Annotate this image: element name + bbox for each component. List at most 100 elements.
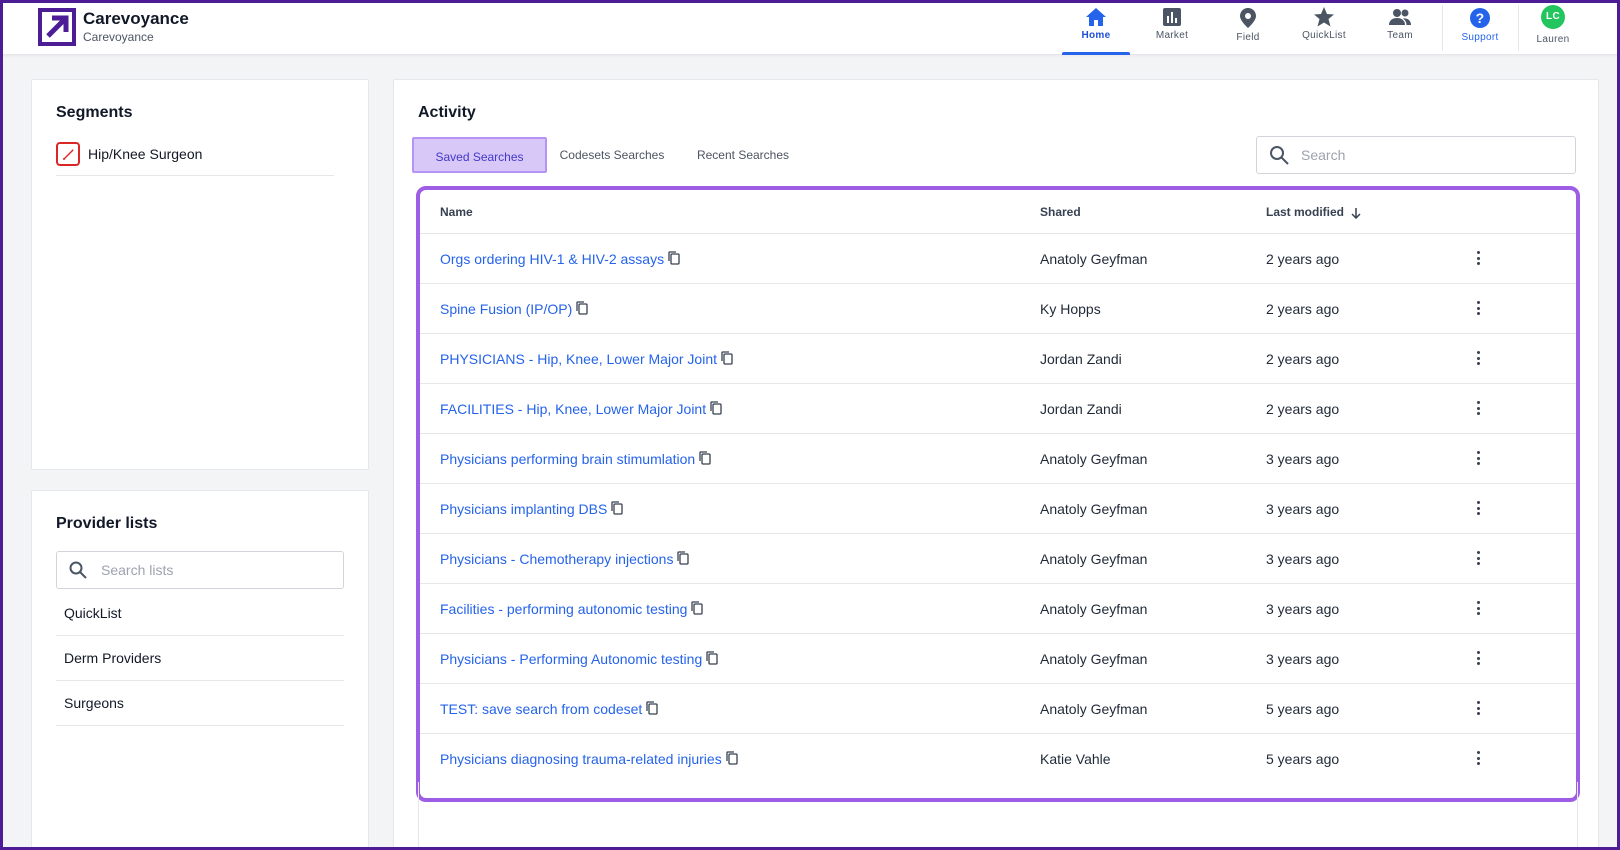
nav-field[interactable]: Field xyxy=(1214,0,1282,55)
saved-search-link[interactable]: Physicians - Chemotherapy injections xyxy=(440,551,673,567)
table-row[interactable]: Spine Fusion (IP/OP) Ky Hopps 2 years ago xyxy=(420,284,1576,334)
provider-lists-title: Provider lists xyxy=(56,515,158,532)
nav-team[interactable]: Team xyxy=(1366,0,1434,55)
nav-user-label: Lauren xyxy=(1536,34,1570,45)
more-options-icon[interactable] xyxy=(1472,501,1484,517)
more-options-icon[interactable] xyxy=(1472,701,1484,717)
nav-quicklist[interactable]: QuickList xyxy=(1290,0,1358,55)
copy-icon[interactable] xyxy=(646,685,658,735)
saved-search-name-cell: PHYSICIANS - Hip, Knee, Lower Major Join… xyxy=(440,334,733,385)
column-header-last-modified[interactable]: Last modified xyxy=(1266,190,1361,234)
more-options-icon[interactable] xyxy=(1472,351,1484,367)
svg-text:?: ? xyxy=(1476,10,1485,26)
more-options-icon[interactable] xyxy=(1472,551,1484,567)
carevoyance-logo-icon[interactable] xyxy=(38,8,76,46)
copy-icon[interactable] xyxy=(668,235,680,285)
nav-support-label: Support xyxy=(1461,32,1499,43)
saved-search-name-cell: Physicians diagnosing trauma-related inj… xyxy=(440,734,738,785)
last-modified-cell: 3 years ago xyxy=(1266,451,1340,467)
saved-search-link[interactable]: Physicians - Performing Autonomic testin… xyxy=(440,651,702,667)
more-options-icon[interactable] xyxy=(1472,601,1484,617)
table-row[interactable]: Facilities - performing autonomic testin… xyxy=(420,584,1576,634)
brand-title: Carevoyance xyxy=(83,9,189,28)
copy-icon[interactable] xyxy=(691,585,704,635)
saved-search-link[interactable]: Orgs ordering HIV-1 & HIV-2 assays xyxy=(440,251,664,267)
saved-search-name-cell: Spine Fusion (IP/OP) xyxy=(440,284,588,335)
nav-home[interactable]: Home xyxy=(1062,0,1130,55)
last-modified-cell: 3 years ago xyxy=(1266,551,1340,567)
shared-by-cell: Anatoly Geyfman xyxy=(1040,601,1148,617)
last-modified-cell: 2 years ago xyxy=(1266,351,1340,367)
shared-by-cell: Anatoly Geyfman xyxy=(1040,451,1148,467)
saved-search-link[interactable]: PHYSICIANS - Hip, Knee, Lower Major Join… xyxy=(440,351,717,367)
copy-icon[interactable] xyxy=(677,535,690,585)
nav-divider xyxy=(1518,5,1519,51)
copy-icon[interactable] xyxy=(611,485,623,535)
nav-field-label: Field xyxy=(1236,32,1260,43)
avatar: LC xyxy=(1541,5,1565,29)
saved-search-link[interactable]: TEST: save search from codeset xyxy=(440,701,642,717)
nav-market-label: Market xyxy=(1155,30,1189,41)
more-options-icon[interactable] xyxy=(1472,651,1484,667)
more-options-icon[interactable] xyxy=(1472,401,1484,417)
table-row[interactable]: PHYSICIANS - Hip, Knee, Lower Major Join… xyxy=(420,334,1576,384)
sort-down-arrow-icon xyxy=(1351,207,1361,219)
nav-quicklist-label: QuickList xyxy=(1302,30,1346,41)
table-row[interactable]: Physicians implanting DBS Anatoly Geyfman… xyxy=(420,484,1576,534)
copy-icon[interactable] xyxy=(706,635,718,685)
segments-title: Segments xyxy=(56,104,133,121)
saved-search-link[interactable]: Facilities - performing autonomic testin… xyxy=(440,601,687,617)
table-row[interactable]: Physicians performing brain stimumlation… xyxy=(420,434,1576,484)
column-header-name[interactable]: Name xyxy=(440,190,473,234)
nav-market[interactable]: Market xyxy=(1138,0,1206,55)
table-row[interactable]: Physicians - Chemotherapy injections Anat… xyxy=(420,534,1576,584)
saved-search-link[interactable]: Physicians performing brain stimumlation xyxy=(440,451,695,467)
tab-codesets-searches[interactable]: Codesets Searches xyxy=(554,137,670,173)
last-modified-cell: 5 years ago xyxy=(1266,751,1340,767)
copy-icon[interactable] xyxy=(710,385,722,435)
table-row[interactable]: TEST: save search from codeset Anatoly Ge… xyxy=(420,684,1576,734)
saved-search-link[interactable]: FACILITIES - Hip, Knee, Lower Major Join… xyxy=(440,401,706,417)
last-modified-cell: 2 years ago xyxy=(1266,301,1340,317)
tab-recent-searches[interactable]: Recent Searches xyxy=(684,137,802,173)
more-options-icon[interactable] xyxy=(1472,301,1484,317)
last-modified-cell: 3 years ago xyxy=(1266,601,1340,617)
more-options-icon[interactable] xyxy=(1472,751,1484,767)
column-header-last-modified-label: Last modified xyxy=(1266,205,1345,219)
saved-search-link[interactable]: Spine Fusion (IP/OP) xyxy=(440,301,572,317)
copy-icon[interactable] xyxy=(699,435,711,485)
activity-search-input[interactable] xyxy=(1301,147,1541,163)
saved-search-name-cell: TEST: save search from codeset xyxy=(440,684,658,735)
copy-icon[interactable] xyxy=(576,285,588,335)
activity-search-box[interactable] xyxy=(1256,136,1576,174)
activity-title: Activity xyxy=(418,104,476,121)
table-row[interactable]: FACILITIES - Hip, Knee, Lower Major Join… xyxy=(420,384,1576,434)
table-header: Name Shared Last modified xyxy=(420,190,1576,234)
nav-user-menu[interactable]: LC Lauren xyxy=(1520,0,1586,55)
table-row[interactable]: Physicians - Performing Autonomic testin… xyxy=(420,634,1576,684)
provider-list-item[interactable]: Derm Providers xyxy=(56,636,344,681)
more-options-icon[interactable] xyxy=(1472,451,1484,467)
saved-search-name-cell: FACILITIES - Hip, Knee, Lower Major Join… xyxy=(440,384,722,435)
nav-home-label: Home xyxy=(1081,30,1111,41)
provider-list-item[interactable]: QuickList xyxy=(56,591,344,636)
tab-saved-searches[interactable]: Saved Searches xyxy=(412,137,547,173)
list-search-input[interactable] xyxy=(101,562,301,578)
last-modified-cell: 2 years ago xyxy=(1266,251,1340,267)
table-footer-area xyxy=(418,782,1578,850)
table-row[interactable]: Orgs ordering HIV-1 & HIV-2 assays Anatol… xyxy=(420,234,1576,284)
more-options-icon[interactable] xyxy=(1472,251,1484,267)
nav-support[interactable]: ? Support xyxy=(1446,0,1514,55)
copy-icon[interactable] xyxy=(721,335,733,385)
star-icon xyxy=(1314,7,1334,27)
list-search-box[interactable] xyxy=(56,551,344,589)
column-header-shared[interactable]: Shared xyxy=(1040,190,1081,234)
saved-search-link[interactable]: Physicians diagnosing trauma-related inj… xyxy=(440,751,722,767)
provider-list-item[interactable]: Surgeons xyxy=(56,681,344,726)
table-row[interactable]: Physicians diagnosing trauma-related inj… xyxy=(420,734,1576,784)
segment-item[interactable]: Hip/Knee Surgeon xyxy=(56,142,334,176)
copy-icon[interactable] xyxy=(726,735,738,785)
saved-search-link[interactable]: Physicians implanting DBS xyxy=(440,501,607,517)
team-icon xyxy=(1389,9,1411,25)
last-modified-cell: 3 years ago xyxy=(1266,501,1340,517)
